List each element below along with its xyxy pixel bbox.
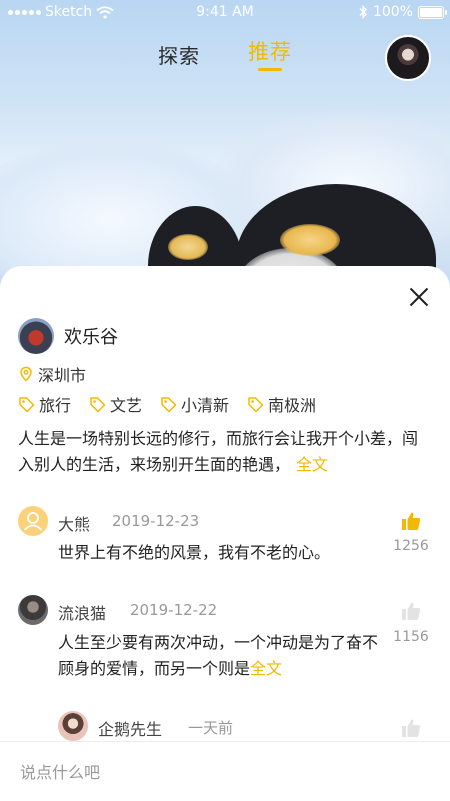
comment-date: 2019-12-23 xyxy=(112,512,200,530)
tag-label: 小清新 xyxy=(181,396,230,415)
top-tabs: 探索 推荐 xyxy=(0,36,450,76)
tag-item[interactable]: 南极洲 xyxy=(247,392,316,416)
author-name[interactable]: 欢乐谷 xyxy=(64,323,118,349)
like-count: 1156 xyxy=(393,629,429,645)
thumbs-up-icon[interactable] xyxy=(400,717,422,739)
tag-icon xyxy=(248,396,264,412)
post-text: 人生是一场特别长远的修行，而旅行会让我开个小差，闯入别人的生活，来场别开生面的艳… xyxy=(18,429,419,474)
comment-avatar[interactable] xyxy=(18,595,48,625)
close-icon[interactable] xyxy=(408,286,430,308)
comment-avatar[interactable] xyxy=(18,506,48,536)
comment-author[interactable]: 企鹅先生 xyxy=(98,716,162,740)
user-icon xyxy=(23,512,43,531)
tag-list: 旅行 文艺 小清新 南极洲 xyxy=(18,392,316,416)
battery-icon xyxy=(418,5,447,19)
post-content: 人生是一场特别长远的修行，而旅行会让我开个小差，闯入别人的生活，来场别开生面的艳… xyxy=(18,426,428,478)
location-label: 深圳市 xyxy=(38,366,87,385)
tag-item[interactable]: 旅行 xyxy=(18,392,71,416)
tag-label: 南极洲 xyxy=(268,396,317,415)
tag-icon xyxy=(19,396,35,412)
comment-author[interactable]: 流浪猫 xyxy=(58,600,106,624)
tag-label: 文艺 xyxy=(110,396,143,415)
post-detail-sheet: 欢乐谷 深圳市 旅行 文艺 小清新 南极洲 人生是一场特别长远的修行，而旅行会让… xyxy=(0,266,450,800)
comment-author[interactable]: 大熊 xyxy=(58,511,90,535)
bluetooth-icon xyxy=(359,5,367,19)
tag-icon xyxy=(161,396,177,412)
comment-date: 2019-12-22 xyxy=(130,601,218,619)
tag-label: 旅行 xyxy=(39,396,72,415)
comment-avatar[interactable] xyxy=(58,711,88,741)
thumbs-up-icon[interactable] xyxy=(400,600,422,622)
location-pin-icon xyxy=(20,366,32,382)
status-bar: Sketch 9:41 AM 100% xyxy=(0,0,450,26)
comment-input[interactable] xyxy=(18,756,422,788)
tag-item[interactable]: 小清新 xyxy=(160,392,229,416)
comment-text: 世界上有不绝的风景，我有不老的心。 xyxy=(58,543,331,562)
tag-icon xyxy=(90,396,106,412)
comment-input-bar xyxy=(0,741,450,801)
post-author[interactable]: 欢乐谷 xyxy=(18,318,118,354)
comment-text: 人生至少要有两次冲动，一个冲动是为了奋不顾身的爱情，而另一个则是 xyxy=(58,633,379,678)
thumbs-up-icon[interactable] xyxy=(400,510,422,532)
comment-date: 一天前 xyxy=(188,719,234,737)
comment-text-block: 人生至少要有两次冲动，一个冲动是为了奋不顾身的爱情，而另一个则是全文 xyxy=(58,630,378,682)
tab-explore[interactable]: 探索 xyxy=(158,40,200,69)
author-avatar[interactable] xyxy=(18,318,54,354)
read-more-link[interactable]: 全文 xyxy=(250,659,282,678)
post-location: 深圳市 xyxy=(18,362,86,386)
tag-item[interactable]: 文艺 xyxy=(89,392,142,416)
tab-active-indicator xyxy=(258,68,282,71)
read-more-link[interactable]: 全文 xyxy=(296,455,328,474)
like-count: 1256 xyxy=(393,538,429,554)
user-avatar[interactable] xyxy=(385,35,431,81)
tab-recommend[interactable]: 推荐 xyxy=(248,36,292,66)
battery-percent: 100% xyxy=(372,4,413,20)
